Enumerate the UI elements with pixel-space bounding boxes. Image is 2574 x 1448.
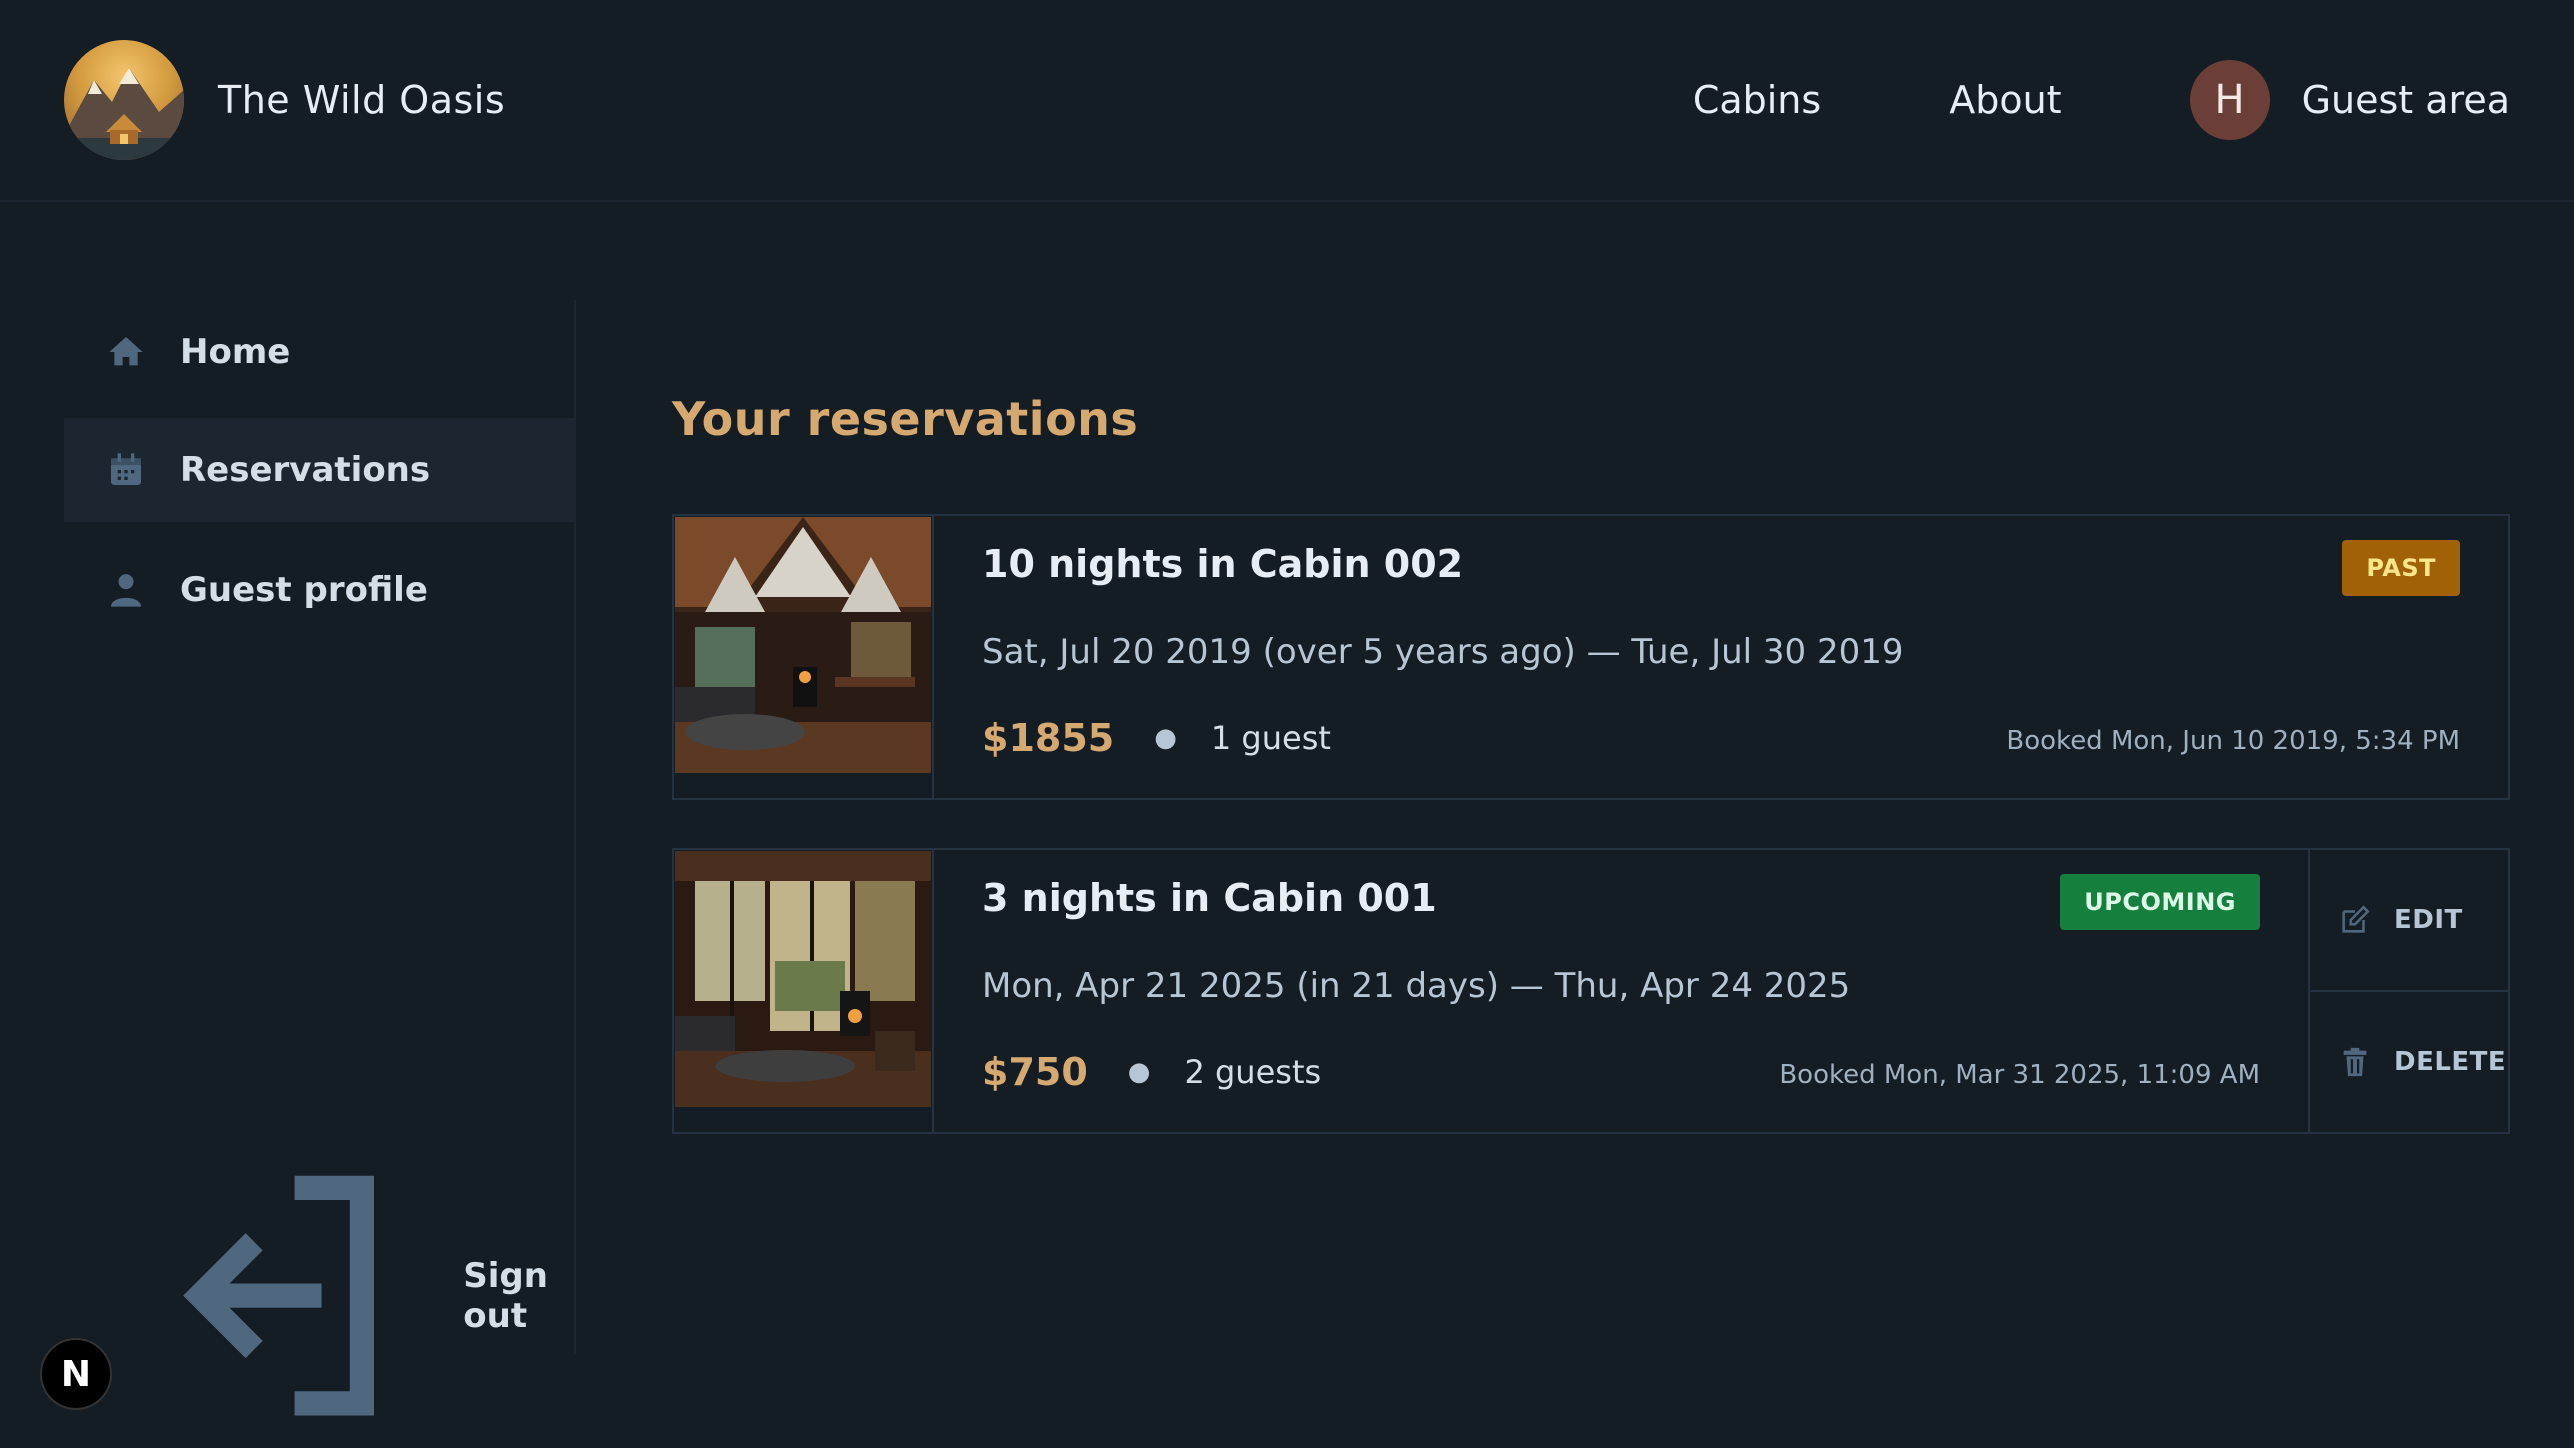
brand-link[interactable]: The Wild Oasis bbox=[64, 40, 505, 160]
reservation-title: 3 nights in Cabin 001 bbox=[982, 876, 1437, 920]
sidebar-item-label: Reservations bbox=[180, 450, 431, 490]
separator-dot: ● bbox=[1154, 723, 1177, 753]
reservation-summary: $750 ● 2 guests bbox=[982, 1050, 1321, 1094]
sign-out-button[interactable]: Sign out bbox=[64, 1176, 574, 1416]
edit-label: EDIT bbox=[2394, 905, 2463, 935]
sidebar-item-guest-profile[interactable]: Guest profile bbox=[64, 538, 574, 642]
cabin-thumbnail bbox=[675, 851, 931, 1107]
calendar-icon bbox=[111, 453, 141, 485]
edit-button[interactable]: EDIT bbox=[2310, 850, 2508, 990]
page-title: Your reservations bbox=[672, 392, 1139, 446]
mountain-cabin-logo bbox=[64, 40, 184, 160]
reservation-summary: $1855 ● 1 guest bbox=[982, 716, 1331, 760]
reservation-card: 10 nights in Cabin 002 PAST Sat, Jul 20 … bbox=[672, 514, 2510, 800]
nav-cabins[interactable]: Cabins bbox=[1693, 78, 1821, 122]
reservation-details: 10 nights in Cabin 002 PAST Sat, Jul 20 … bbox=[932, 516, 2508, 798]
edit-icon bbox=[2342, 905, 2370, 933]
nav-about[interactable]: About bbox=[1949, 78, 2061, 122]
brand-name: The Wild Oasis bbox=[218, 78, 506, 122]
main-nav: Cabins About H Guest area bbox=[1693, 60, 2510, 140]
sidebar-item-reservations[interactable]: Reservations bbox=[64, 418, 574, 522]
user-icon bbox=[111, 574, 141, 607]
delete-button[interactable]: DELETE bbox=[2310, 990, 2508, 1132]
booked-timestamp: Booked Mon, Jun 10 2019, 5:34 PM bbox=[2006, 726, 2460, 756]
sign-out-label: Sign out bbox=[463, 1256, 548, 1336]
reservation-dates: Sat, Jul 20 2019 (over 5 years ago) — Tu… bbox=[982, 632, 1904, 672]
separator-dot: ● bbox=[1127, 1057, 1151, 1087]
status-badge: PAST bbox=[2342, 540, 2460, 596]
sidebar-item-label: Guest profile bbox=[180, 570, 428, 610]
dev-tools-badge[interactable]: N bbox=[40, 1338, 112, 1410]
reservation-title: 10 nights in Cabin 002 bbox=[982, 542, 1464, 586]
trash-icon bbox=[2343, 1047, 2367, 1077]
booked-timestamp: Booked Mon, Mar 31 2025, 11:09 AM bbox=[1779, 1060, 2260, 1090]
reservation-dates: Mon, Apr 21 2025 (in 21 days) — Thu, Apr… bbox=[982, 966, 1851, 1006]
reservation-price: $750 bbox=[982, 1050, 1088, 1094]
delete-label: DELETE bbox=[2394, 1047, 2507, 1077]
home-icon bbox=[109, 337, 143, 366]
sidebar-item-home[interactable]: Home bbox=[64, 300, 574, 404]
status-badge: UPCOMING bbox=[2060, 874, 2260, 930]
reservation-price: $1855 bbox=[982, 716, 1115, 760]
sidebar: Home Reservations Guest profile Sign out bbox=[64, 300, 576, 1416]
nav-guest-area[interactable]: H Guest area bbox=[2189, 60, 2510, 140]
reservation-actions: EDIT DELETE bbox=[2308, 850, 2508, 1132]
reservation-guests: 2 guests bbox=[1184, 1053, 1322, 1091]
cabin-thumbnail bbox=[675, 517, 931, 773]
reservation-card: 3 nights in Cabin 001 UPCOMING Mon, Apr … bbox=[672, 848, 2510, 1134]
sidebar-item-label: Home bbox=[180, 332, 291, 372]
avatar: H bbox=[2189, 60, 2270, 140]
reservation-details: 3 nights in Cabin 001 UPCOMING Mon, Apr … bbox=[932, 850, 2308, 1132]
sign-out-icon bbox=[183, 1176, 375, 1416]
site-header: The Wild Oasis Cabins About H Guest area bbox=[0, 0, 2574, 202]
guest-area-label: Guest area bbox=[2301, 78, 2510, 122]
reservation-guests: 1 guest bbox=[1210, 719, 1331, 757]
